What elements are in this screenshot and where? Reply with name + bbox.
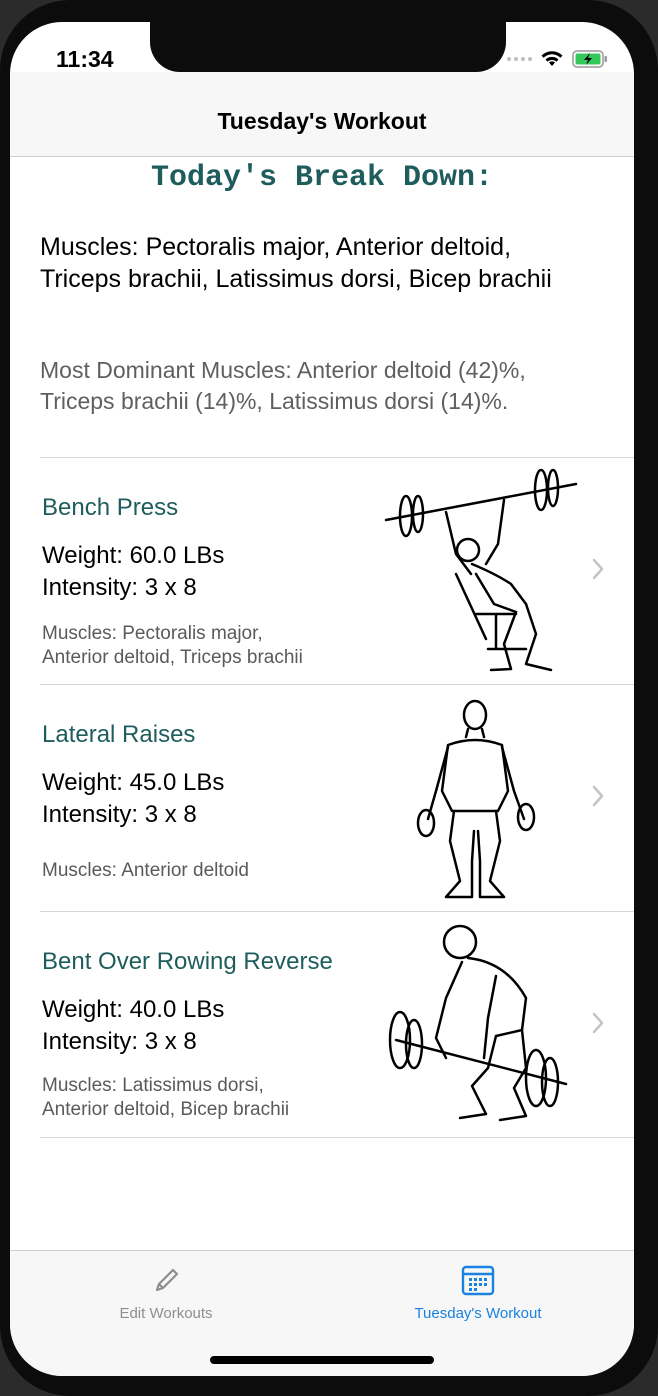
bench-press-illustration [384, 468, 578, 672]
exercise-intensity: Intensity: 3 x 8 [42, 574, 197, 601]
calendar-icon [461, 1265, 495, 1296]
device-frame: 11:34 Tuesday's Workout Today's Break Do… [0, 0, 658, 1396]
navigation-bar: Tuesday's Workout [10, 72, 634, 157]
dominant-muscles-line-1: Most Dominant Muscles: Anterior deltoid … [40, 357, 526, 383]
list-bottom-divider [40, 1137, 634, 1139]
cellular-signal-icon [507, 57, 532, 61]
device-notch [150, 22, 506, 72]
muscles-summary: Muscles: Pectoralis major, Anterior delt… [40, 231, 620, 295]
exercise-muscles-line-2: Anterior deltoid, Triceps brachii [42, 647, 303, 668]
chevron-right-icon [592, 1012, 604, 1034]
lateral-raises-illustration [416, 699, 536, 899]
muscles-summary-line-1: Muscles: Pectoralis major, Anterior delt… [40, 233, 512, 261]
exercise-muscles-line-1: Muscles: Pectoralis major, [42, 623, 263, 644]
pencil-icon [155, 1268, 179, 1292]
exercise-weight: Weight: 60.0 LBs [42, 542, 225, 569]
home-indicator[interactable] [210, 1356, 434, 1364]
exercise-row-bench-press[interactable]: Bench Press Weight: 60.0 LBs Intensity: … [40, 457, 634, 684]
exercise-row-bent-over-rowing-reverse[interactable]: Bent Over Rowing Reverse Weight: 40.0 LB… [40, 911, 634, 1138]
exercise-weight: Weight: 45.0 LBs [42, 769, 225, 796]
bent-over-row-illustration [388, 924, 568, 1122]
tab-label: Edit Workouts [119, 1305, 213, 1322]
exercise-muscles: Muscles: Anterior deltoid [42, 859, 362, 883]
app-screen: 11:34 Tuesday's Workout Today's Break Do… [10, 22, 634, 1376]
tab-tuesdays-workout[interactable]: Tuesday's Workout [322, 1251, 634, 1341]
exercise-intensity: Intensity: 3 x 8 [42, 801, 197, 828]
exercise-name: Bent Over Rowing Reverse [42, 948, 333, 975]
page-title: Tuesday's Workout [217, 108, 427, 134]
status-icons [507, 50, 608, 68]
exercise-intensity: Intensity: 3 x 8 [42, 1028, 197, 1055]
chevron-right-icon [592, 558, 604, 580]
exercise-muscles: Muscles: Latissimus dorsi, Anterior delt… [42, 1074, 362, 1122]
exercise-row-lateral-raises[interactable]: Lateral Raises Weight: 45.0 LBs Intensit… [40, 684, 634, 911]
wifi-icon [541, 51, 563, 66]
exercise-muscles-line-1: Muscles: Anterior deltoid [42, 860, 249, 881]
exercise-muscles-line-2: Anterior deltoid, Bicep brachii [42, 1099, 290, 1120]
exercise-name: Lateral Raises [42, 721, 196, 748]
exercise-muscles: Muscles: Pectoralis major, Anterior delt… [42, 622, 362, 670]
chevron-right-icon [592, 785, 604, 807]
status-time: 11:34 [56, 46, 114, 72]
muscles-summary-line-2: Triceps brachii, Latissimus dorsi, Bicep… [40, 265, 552, 293]
breakdown-heading: Today's Break Down: [150, 161, 494, 195]
dominant-muscles: Most Dominant Muscles: Anterior deltoid … [40, 355, 620, 417]
exercise-muscles-line-1: Muscles: Latissimus dorsi, [42, 1075, 264, 1096]
tab-label: Tuesday's Workout [414, 1305, 542, 1322]
exercise-name: Bench Press [42, 494, 179, 521]
tab-edit-workouts[interactable]: Edit Workouts [10, 1251, 322, 1341]
dominant-muscles-line-2: Triceps brachii (14)%, Latissimus dorsi … [40, 388, 509, 414]
exercise-weight: Weight: 40.0 LBs [42, 996, 225, 1023]
battery-charging-icon [572, 50, 607, 68]
